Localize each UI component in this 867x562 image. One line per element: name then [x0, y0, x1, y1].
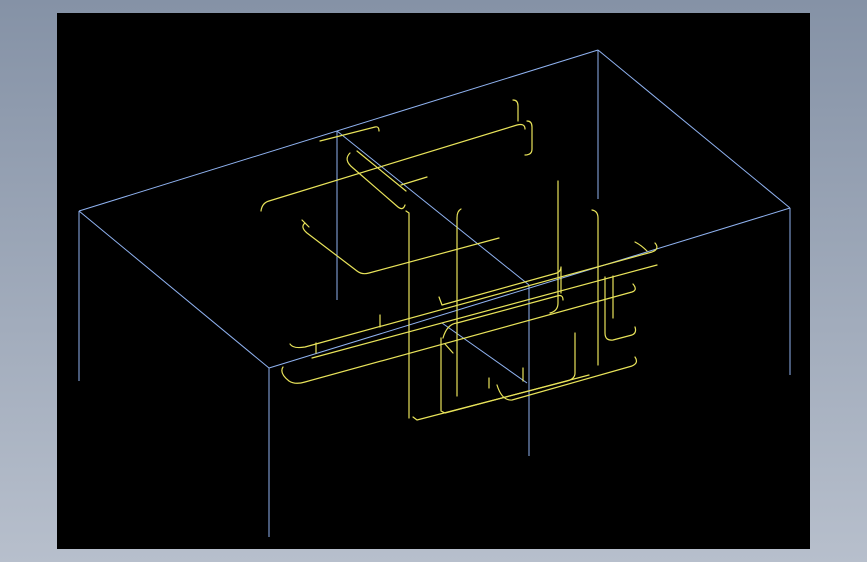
frame-edge-top-back	[78, 49, 599, 212]
rebar-lower-long-1	[281, 283, 636, 384]
rebar-short-cross	[400, 176, 428, 186]
rebar-vertical-a	[405, 210, 410, 419]
rebar-top-stirrup	[346, 152, 406, 210]
rebar-upper-long	[260, 123, 526, 212]
frame-beam-diagonal	[336, 130, 530, 286]
wireframe-drawing	[78, 49, 791, 537]
rebar-inner-frame	[442, 294, 564, 339]
rebar-hook-top-right-1	[512, 99, 519, 122]
rebar-hook-top-right-2	[524, 120, 533, 156]
structure-frame	[78, 49, 791, 537]
rebar-vertical-d	[591, 209, 599, 366]
rebar-tie-3	[444, 343, 454, 354]
rebar-lower-long-2	[289, 242, 658, 349]
frame-edge-top-left	[78, 210, 270, 369]
rebar-tie-6	[634, 241, 648, 252]
cad-viewport[interactable]	[57, 13, 810, 549]
rebar-lower-rect-2	[440, 337, 590, 414]
rebar-middle-long	[302, 222, 500, 275]
rebar-right-bent	[604, 276, 637, 341]
frame-edge-top-right	[597, 49, 791, 209]
rebar-vertical-b	[456, 208, 462, 397]
rebar-top-stirrup-2	[356, 150, 407, 192]
